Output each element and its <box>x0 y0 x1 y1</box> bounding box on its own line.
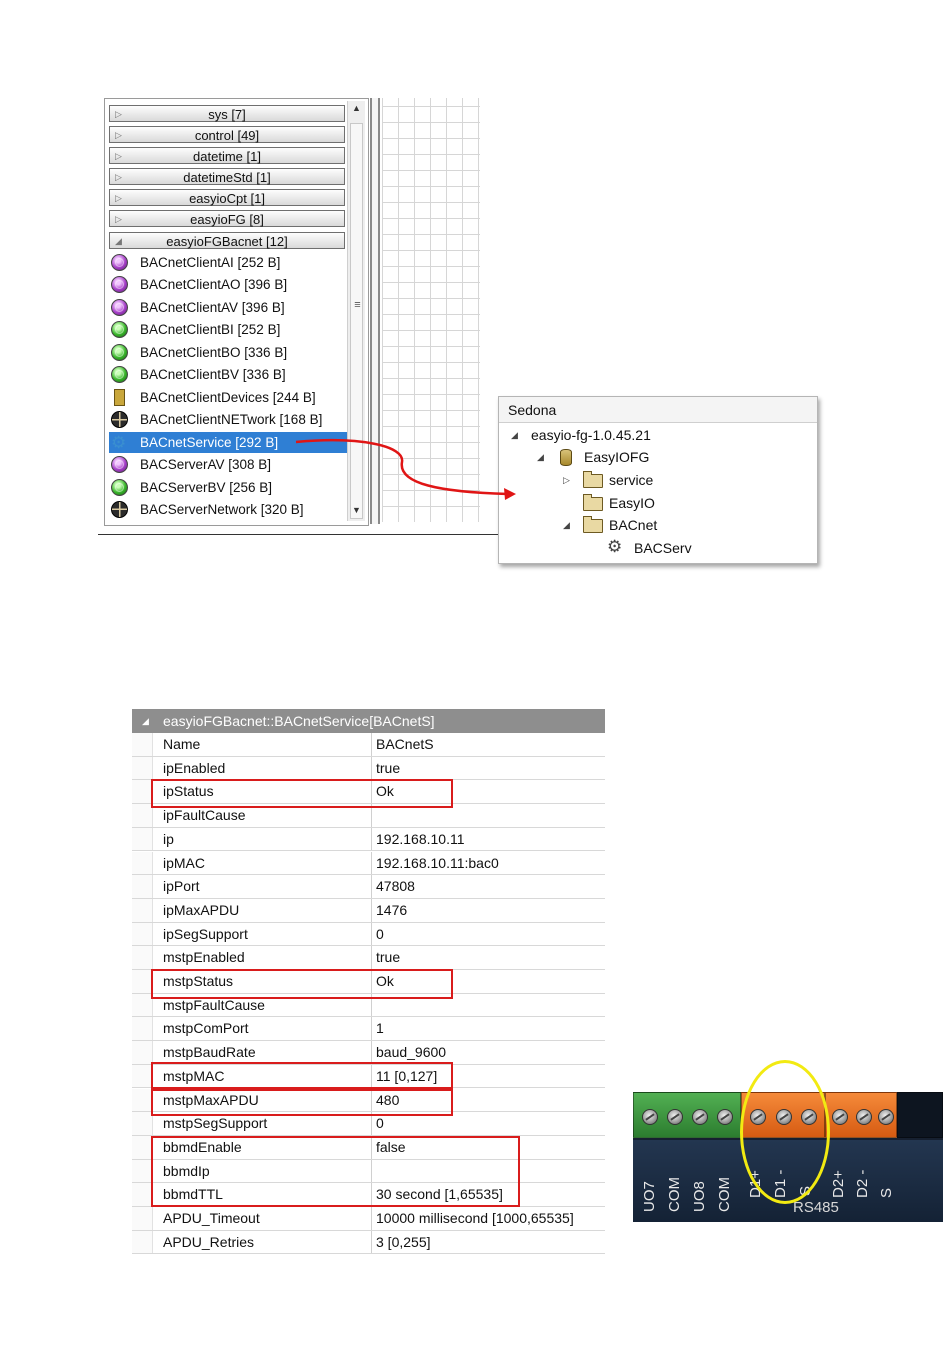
column-separator <box>371 827 372 851</box>
property-row-ipmac[interactable]: ipMAC 192.168.10.11:bac0 <box>132 851 605 876</box>
property-value[interactable]: 192.168.10.11 <box>376 828 465 851</box>
port-label: D2+ <box>830 1170 847 1198</box>
property-name: ipMAC <box>163 854 206 871</box>
property-row-ipmaxapdu[interactable]: ipMaxAPDU 1476 <box>132 898 605 923</box>
row-margin <box>132 1041 153 1064</box>
row-margin <box>132 1135 153 1159</box>
orange-terminal-block-d2 <box>825 1092 897 1138</box>
highlight-box-bbmd <box>151 1136 520 1207</box>
highlight-box-mstpmaxapdu <box>151 1089 453 1116</box>
screw-icon <box>692 1109 708 1125</box>
row-margin <box>132 922 153 946</box>
highlight-box-ipstatus <box>151 779 453 808</box>
row-margin <box>132 1159 153 1183</box>
port-label: COM <box>716 1177 733 1212</box>
highlight-ellipse <box>740 1060 830 1204</box>
property-row-apdu-timeout[interactable]: APDU_Timeout 10000 millisecond [1000,6553… <box>132 1207 605 1231</box>
row-margin <box>132 1230 153 1254</box>
column-separator <box>371 733 372 756</box>
port-label: D2 - <box>854 1169 871 1198</box>
property-name: APDU_Timeout <box>163 1210 260 1226</box>
column-separator <box>371 898 372 922</box>
column-separator <box>371 1230 372 1254</box>
column-separator <box>371 851 372 875</box>
expanded-triangle-icon: ◢ <box>142 716 149 726</box>
property-row-ipenabled[interactable]: ipEnabled true <box>132 756 605 781</box>
port-label: S <box>878 1187 895 1198</box>
property-name: ipEnabled <box>163 759 226 776</box>
row-margin <box>132 1183 153 1206</box>
property-row-ipport[interactable]: ipPort 47808 <box>132 875 605 899</box>
screw-icon <box>717 1109 733 1125</box>
row-margin <box>132 1088 153 1112</box>
property-row-apdu-retries[interactable]: APDU_Retries 3 [0,255] <box>132 1230 605 1255</box>
drag-arrow <box>295 439 516 500</box>
property-name: Name <box>163 736 201 752</box>
row-margin <box>132 993 153 1017</box>
housing-edge <box>897 1092 943 1138</box>
column-separator <box>371 756 372 780</box>
row-margin <box>132 1017 153 1041</box>
property-sheet-header[interactable]: ◢ easyioFGBacnet::BACnetService[BACnetS] <box>132 709 605 733</box>
bus-label: RS485 <box>793 1199 839 1216</box>
property-value[interactable]: 1 <box>376 1017 384 1040</box>
green-terminal-block <box>633 1092 741 1138</box>
column-separator <box>371 946 372 969</box>
property-value[interactable]: baud_9600 <box>376 1041 446 1064</box>
property-value[interactable]: 47808 <box>376 875 415 898</box>
column-separator <box>371 1207 372 1230</box>
property-value[interactable]: 0 <box>376 923 384 946</box>
property-name: ipMaxAPDU <box>163 901 240 918</box>
highlight-box-mstpstatus <box>151 969 453 999</box>
row-margin <box>132 756 153 780</box>
column-separator <box>371 875 372 898</box>
screw-icon <box>642 1109 658 1125</box>
row-margin <box>132 1207 153 1230</box>
column-separator <box>371 1017 372 1041</box>
screw-icon <box>667 1109 683 1125</box>
property-name: APDU_Retries <box>163 1233 255 1250</box>
port-label: UO7 <box>641 1181 658 1212</box>
property-row-mstpenabled[interactable]: mstpEnabled true <box>132 946 605 970</box>
property-row-mstpcomport[interactable]: mstpComPort 1 <box>132 1017 605 1042</box>
row-margin <box>132 898 153 922</box>
property-row-ip[interactable]: ip 192.168.10.11 <box>132 827 605 852</box>
property-value[interactable]: 3 [0,255] <box>376 1231 431 1254</box>
row-margin <box>132 733 153 756</box>
property-value[interactable]: 10000 millisecond [1000,65535] <box>376 1207 574 1230</box>
column-separator <box>371 1041 372 1064</box>
property-value[interactable]: 192.168.10.11:bac0 <box>376 852 499 875</box>
row-margin <box>132 851 153 875</box>
port-label: COM <box>666 1177 683 1212</box>
row-margin <box>132 946 153 969</box>
property-value[interactable]: 1476 <box>376 899 407 922</box>
row-margin <box>132 827 153 851</box>
property-name: ip <box>163 830 174 847</box>
property-name: mstpComPort <box>163 1020 249 1037</box>
row-margin <box>132 804 153 827</box>
highlight-box-mstpmac <box>151 1062 453 1089</box>
property-value[interactable]: BACnetS <box>376 733 434 756</box>
column-separator <box>371 922 372 946</box>
property-value[interactable]: true <box>376 946 400 969</box>
property-name: ipPort <box>163 878 200 895</box>
property-name: ipSegSupport <box>163 925 248 942</box>
screw-icon <box>856 1109 872 1125</box>
row-margin <box>132 875 153 898</box>
row-margin <box>132 1064 153 1088</box>
screw-icon <box>878 1109 894 1125</box>
screw-icon <box>832 1109 848 1125</box>
row-margin <box>132 1112 153 1135</box>
property-name: mstpEnabled <box>163 949 245 966</box>
property-row-ipsegsupport[interactable]: ipSegSupport 0 <box>132 922 605 947</box>
row-margin <box>132 780 153 804</box>
port-label: UO8 <box>691 1181 708 1212</box>
property-row-name[interactable]: Name BACnetS <box>132 733 605 757</box>
property-name: mstpBaudRate <box>163 1044 256 1061</box>
property-value[interactable]: true <box>376 757 400 780</box>
row-margin <box>132 970 153 993</box>
